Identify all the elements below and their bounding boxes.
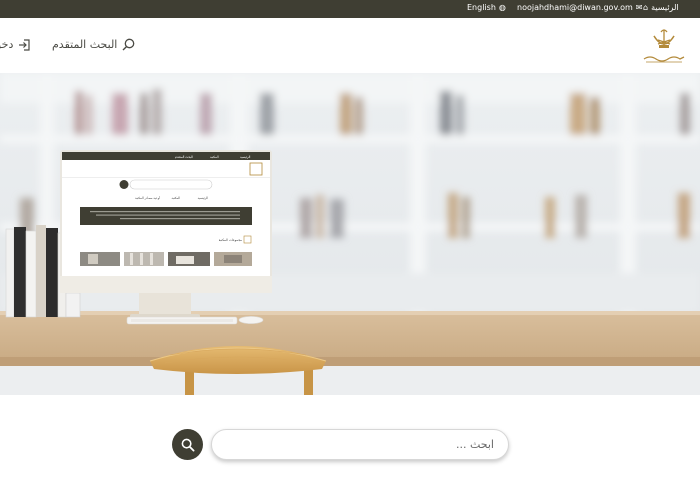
search-button[interactable] bbox=[172, 429, 203, 460]
language-link-label: English bbox=[467, 3, 496, 12]
screen-tab-1: الرئيسية bbox=[240, 155, 250, 159]
screen-tab-2: المكتبة bbox=[210, 155, 219, 159]
globe-icon: ◍ bbox=[498, 2, 506, 12]
home-link[interactable]: ⌂ الرئيسية bbox=[643, 3, 679, 12]
hero-banner: الرئيسية المكتبة البحث المتقدم الرئيسية … bbox=[0, 73, 700, 395]
search-input[interactable] bbox=[211, 429, 509, 460]
sign-in-icon bbox=[19, 38, 30, 51]
advanced-search-label: البحث المتقدم bbox=[52, 38, 118, 51]
screen-nav-3: أوعية مصادر المكتبة bbox=[135, 196, 160, 200]
search-icon bbox=[122, 38, 135, 51]
top-bar: ⌂ الرئيسية noojahdhami@diwan.gov.om ✉ En… bbox=[0, 0, 700, 18]
search-section bbox=[0, 395, 700, 488]
email-link-label: noojahdhami@diwan.gov.om bbox=[517, 3, 633, 12]
oman-emblem-logo bbox=[643, 29, 685, 63]
login-link[interactable]: دخول bbox=[0, 38, 30, 51]
language-link[interactable]: English ◍ bbox=[467, 3, 506, 12]
login-label: دخول bbox=[0, 38, 14, 51]
hero-illustration: الرئيسية المكتبة البحث المتقدم الرئيسية … bbox=[0, 73, 700, 395]
search-icon bbox=[181, 438, 195, 452]
screen-section-title: مجموعات المكتبة bbox=[219, 238, 243, 242]
advanced-search-link[interactable]: البحث المتقدم bbox=[52, 38, 135, 51]
site-header: البحث المتقدم دخول bbox=[0, 18, 700, 73]
home-icon: ⌂ bbox=[643, 2, 649, 12]
envelope-icon: ✉ bbox=[635, 2, 643, 12]
email-link[interactable]: noojahdhami@diwan.gov.om ✉ bbox=[517, 3, 643, 12]
home-link-label: الرئيسية bbox=[651, 3, 679, 12]
screen-nav-1: الرئيسية bbox=[198, 196, 208, 200]
screen-nav-2: المكتبة bbox=[171, 196, 180, 200]
